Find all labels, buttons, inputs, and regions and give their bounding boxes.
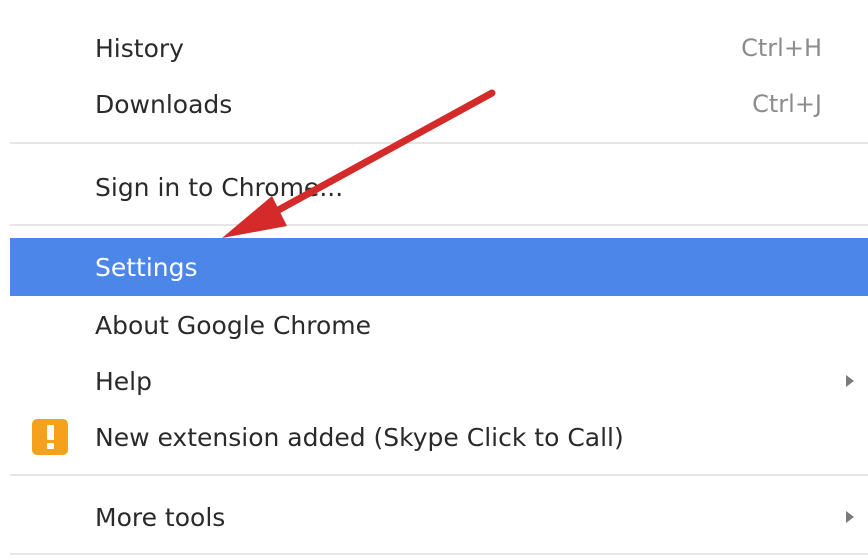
- warning-icon: [32, 419, 68, 455]
- menu-item-help[interactable]: Help: [10, 353, 868, 409]
- submenu-arrow-icon: [846, 511, 854, 523]
- menu-divider: [10, 224, 868, 226]
- menu-item-history[interactable]: History Ctrl+H: [10, 20, 868, 76]
- menu-item-about-chrome[interactable]: About Google Chrome: [10, 297, 868, 353]
- menu-item-label: Sign in to Chrome...: [95, 172, 344, 202]
- menu-item-label: About Google Chrome: [95, 310, 372, 340]
- menu-item-new-extension[interactable]: New extension added (Skype Click to Call…: [10, 409, 868, 465]
- submenu-arrow-icon: [846, 375, 854, 387]
- menu-item-settings[interactable]: Settings: [10, 238, 868, 296]
- menu-item-label: Help: [95, 366, 152, 396]
- menu-divider: [10, 474, 868, 476]
- menu-item-label: Downloads: [95, 89, 233, 119]
- menu-item-label: History: [95, 33, 184, 63]
- menu-item-more-tools[interactable]: More tools: [10, 489, 868, 545]
- menu-item-sign-in[interactable]: Sign in to Chrome...: [10, 159, 868, 215]
- menu-divider: [10, 142, 868, 144]
- menu-item-label: Settings: [95, 252, 198, 282]
- shortcut-label: Ctrl+H: [741, 34, 822, 62]
- menu-divider: [10, 553, 868, 555]
- menu-item-label: More tools: [95, 502, 226, 532]
- chrome-menu: History Ctrl+H Downloads Ctrl+J Sign in …: [0, 0, 868, 559]
- menu-item-downloads[interactable]: Downloads Ctrl+J: [10, 76, 868, 132]
- shortcut-label: Ctrl+J: [752, 90, 822, 118]
- menu-item-label: New extension added (Skype Click to Call…: [95, 422, 624, 452]
